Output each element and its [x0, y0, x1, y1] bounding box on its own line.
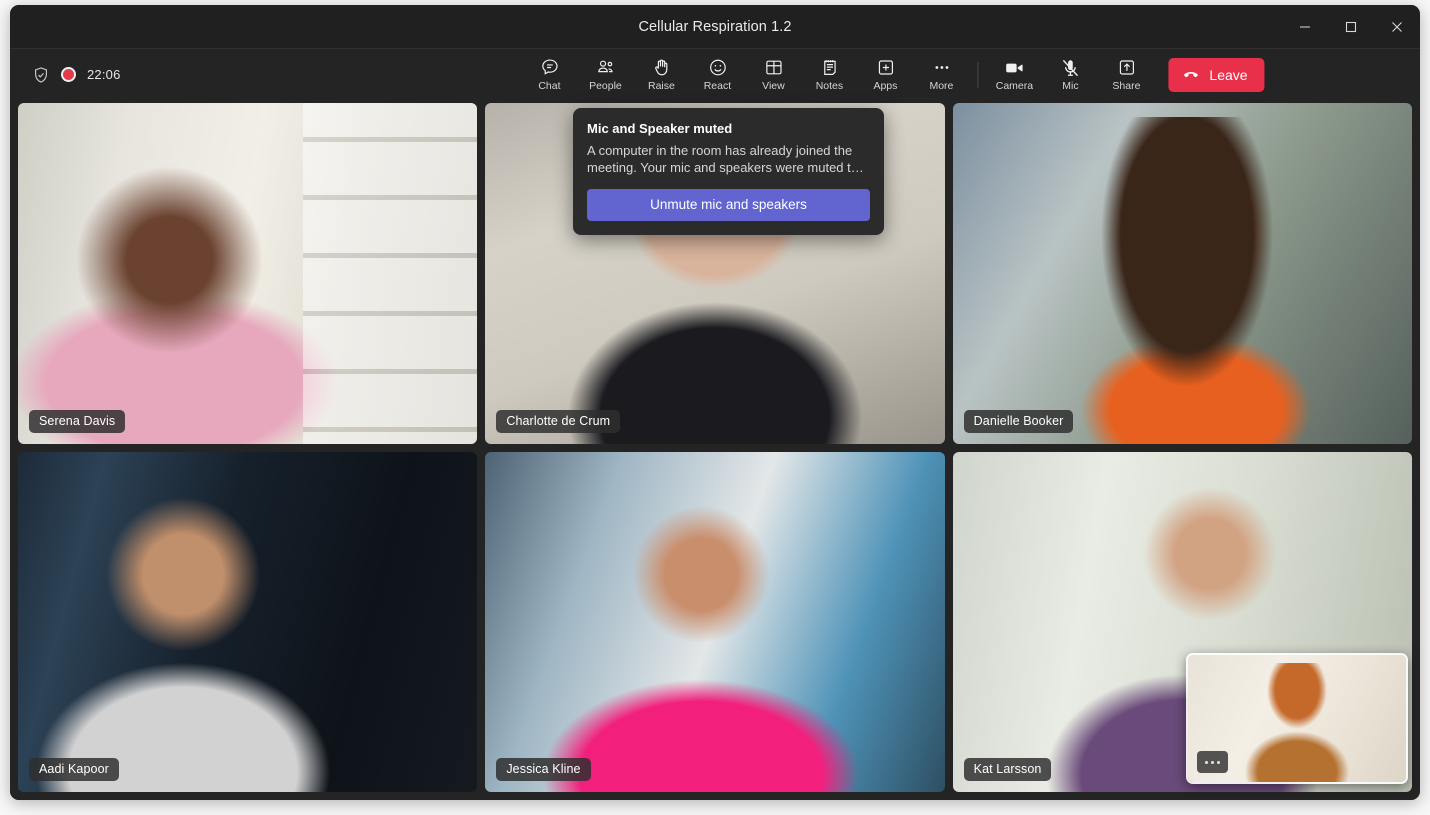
participant-video	[18, 451, 478, 792]
camera-label: Camera	[995, 79, 1034, 92]
meeting-toolbar: 22:06 Chat People Raise React View Notes…	[10, 48, 1420, 99]
more-ellipsis-icon	[1211, 760, 1214, 764]
view-grid-icon	[763, 58, 784, 78]
dialog-body: A computer in the room has already joine…	[587, 143, 864, 176]
dialog-title: Mic and Speaker muted	[587, 121, 733, 136]
self-view-more-button[interactable]	[1197, 751, 1228, 773]
camera-button[interactable]: Camera	[986, 51, 1042, 99]
people-icon	[595, 58, 616, 78]
people-label: People	[589, 79, 622, 92]
participant-tile[interactable]: Jessica Kline	[485, 451, 945, 792]
minimize-button[interactable]	[1282, 5, 1328, 48]
more-ellipsis-icon	[1205, 760, 1208, 764]
apps-plus-icon	[875, 58, 896, 78]
participant-video	[18, 103, 478, 444]
hangup-phone-icon	[1181, 65, 1200, 84]
toolbar-actions: Chat People Raise React View Notes Apps …	[521, 49, 1265, 100]
title-bar: Cellular Respiration 1.2	[10, 5, 1420, 48]
apps-button[interactable]: Apps	[857, 51, 913, 99]
leave-button[interactable]: Leave	[1168, 57, 1265, 92]
participant-video	[485, 451, 945, 792]
mic-button[interactable]: Mic	[1042, 51, 1098, 99]
raise-hand-icon	[651, 58, 672, 78]
shield-check-icon[interactable]	[32, 66, 50, 84]
participant-name: Jessica Kline	[496, 758, 591, 781]
window-controls	[1282, 5, 1420, 48]
unmute-mic-speakers-button[interactable]: Unmute mic and speakers	[587, 188, 870, 221]
participant-name: Charlotte de Crum	[496, 409, 621, 433]
elapsed-time: 22:06	[87, 67, 121, 82]
react-emoji-icon	[707, 58, 728, 78]
view-label: View	[762, 79, 785, 92]
mic-muted-dialog: Mic and Speaker muted A computer in the …	[573, 108, 884, 235]
maximize-icon	[1345, 21, 1357, 32]
raise-label: Raise	[647, 79, 675, 92]
more-ellipsis-icon	[931, 58, 952, 78]
self-view-pip[interactable]	[1186, 653, 1408, 784]
record-dot-icon	[61, 67, 76, 82]
people-button[interactable]: People	[577, 51, 633, 99]
participant-tile[interactable]: Serena Davis	[18, 103, 478, 444]
share-upload-icon	[1116, 58, 1137, 78]
close-icon	[1392, 21, 1402, 32]
react-button[interactable]: React	[689, 51, 745, 99]
participant-tile[interactable]: Aadi Kapoor	[18, 451, 478, 792]
raise-hand-button[interactable]: Raise	[633, 51, 689, 99]
camera-icon	[1003, 58, 1025, 78]
meeting-title: Cellular Respiration 1.2	[638, 18, 792, 35]
participant-name: Kat Larsson	[963, 758, 1052, 781]
participant-video	[952, 103, 1412, 444]
notes-icon	[819, 58, 840, 78]
maximize-button[interactable]	[1328, 5, 1374, 48]
chat-label: Chat	[538, 79, 561, 92]
notes-button[interactable]: Notes	[801, 51, 857, 99]
toolbar-left-group: 22:06	[32, 49, 121, 100]
mic-label: Mic	[1062, 79, 1079, 92]
participant-name: Serena Davis	[29, 409, 126, 433]
mic-muted-icon	[1059, 58, 1081, 78]
chat-button[interactable]: Chat	[521, 51, 577, 99]
more-label: More	[929, 79, 954, 92]
notes-label: Notes	[815, 79, 844, 92]
leave-label: Leave	[1209, 66, 1248, 83]
more-ellipsis-icon	[1217, 760, 1220, 764]
share-label: Share	[1112, 79, 1141, 92]
participant-name: Danielle Booker	[963, 409, 1074, 433]
participant-name: Aadi Kapoor	[29, 758, 119, 781]
view-button[interactable]: View	[745, 51, 801, 99]
toolbar-divider	[977, 61, 979, 88]
apps-label: Apps	[873, 79, 898, 92]
minimize-icon	[1300, 25, 1310, 28]
close-button[interactable]	[1374, 5, 1420, 48]
participant-tile[interactable]: Danielle Booker	[952, 103, 1412, 444]
more-button[interactable]: More	[913, 51, 969, 99]
teams-meeting-window: Cellular Respiration 1.2 22:06 Chat Peop…	[10, 5, 1420, 800]
share-button[interactable]: Share	[1098, 51, 1154, 99]
react-label: React	[703, 79, 732, 92]
chat-icon	[539, 58, 560, 78]
